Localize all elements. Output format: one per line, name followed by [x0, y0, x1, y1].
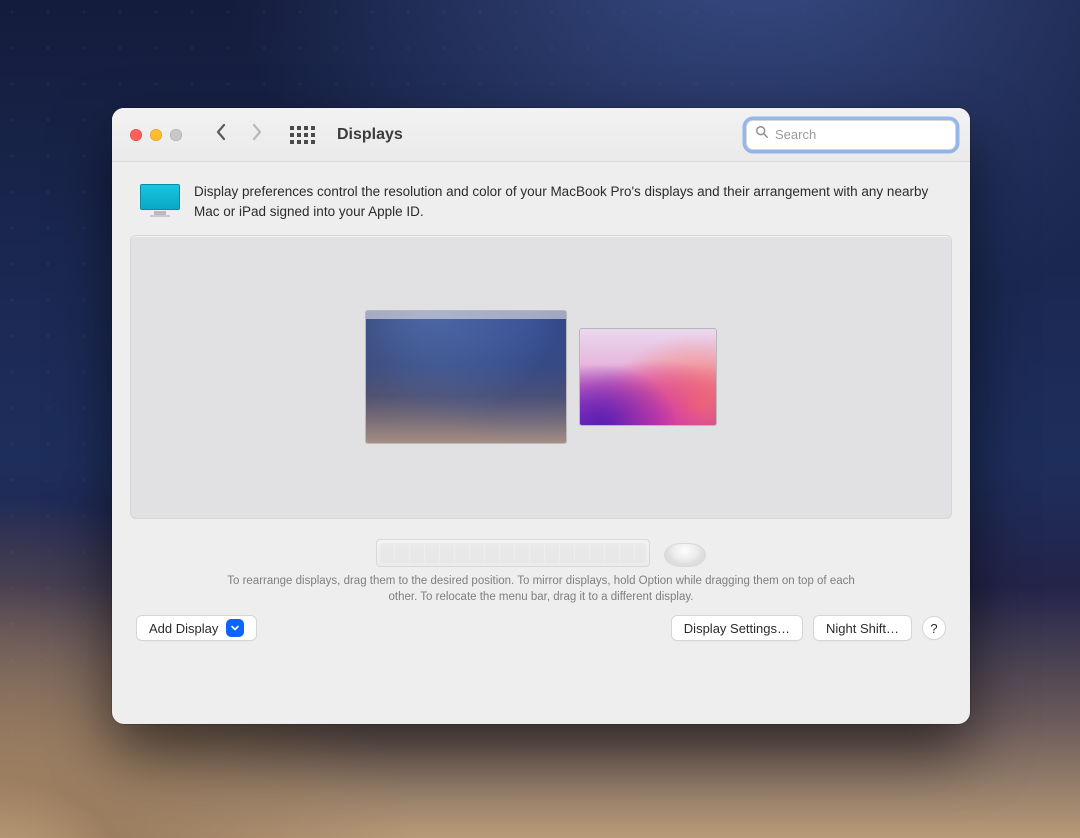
- chevron-down-icon: [230, 621, 240, 636]
- close-window-button[interactable]: [130, 129, 142, 141]
- night-shift-button[interactable]: Night Shift…: [813, 615, 912, 641]
- mouse-icon: [664, 543, 706, 567]
- nav-arrows: [214, 122, 264, 147]
- intro-text: Display preferences control the resoluti…: [194, 182, 946, 221]
- dropdown-chip: [226, 619, 244, 637]
- display-secondary[interactable]: [580, 329, 716, 425]
- peripherals-illustration: [376, 527, 706, 567]
- wallpaper-secondary: [580, 329, 716, 425]
- titlebar: Displays: [112, 108, 970, 162]
- night-shift-label: Night Shift…: [826, 621, 899, 636]
- pane-title: Displays: [337, 126, 403, 144]
- wallpaper-primary: [366, 311, 566, 443]
- search-input[interactable]: [775, 127, 951, 142]
- help-button[interactable]: ?: [922, 616, 946, 640]
- keyboard-icon: [376, 539, 650, 567]
- display-settings-label: Display Settings…: [684, 621, 790, 636]
- system-preferences-window: Displays Display preferences control the…: [112, 108, 970, 724]
- display-settings-button[interactable]: Display Settings…: [671, 615, 803, 641]
- add-display-button[interactable]: Add Display: [136, 615, 257, 641]
- arrangement-hint: To rearrange displays, drag them to the …: [221, 573, 861, 605]
- arrangement-area[interactable]: [130, 235, 952, 519]
- hint-area: To rearrange displays, drag them to the …: [130, 527, 952, 605]
- show-all-preferences-button[interactable]: [290, 126, 315, 144]
- footer-buttons: Add Display Display Settings… Night Shif…: [130, 605, 952, 641]
- menu-bar-handle[interactable]: [366, 311, 566, 319]
- back-button[interactable]: [214, 122, 228, 147]
- search-field[interactable]: [746, 120, 956, 150]
- zoom-window-button[interactable]: [170, 129, 182, 141]
- minimize-window-button[interactable]: [150, 129, 162, 141]
- search-icon: [755, 125, 775, 144]
- help-label: ?: [930, 621, 937, 636]
- window-controls: [130, 129, 182, 141]
- displays-pref-icon: [140, 184, 180, 217]
- display-primary[interactable]: [366, 311, 566, 443]
- add-display-label: Add Display: [149, 621, 218, 636]
- content-area: Display preferences control the resoluti…: [112, 162, 970, 724]
- intro-row: Display preferences control the resoluti…: [130, 178, 952, 235]
- forward-button[interactable]: [250, 122, 264, 147]
